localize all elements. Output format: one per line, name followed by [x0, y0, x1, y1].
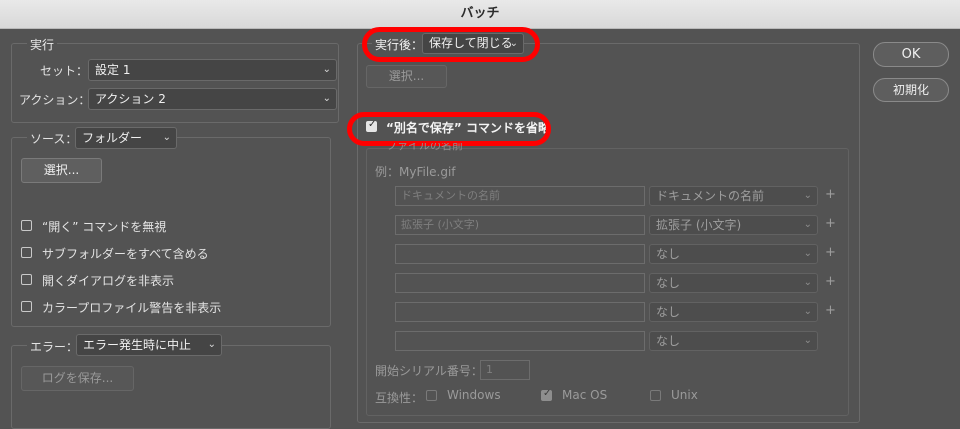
- destination-choose-button[interactable]: 選択...: [366, 65, 447, 88]
- error-label: エラー：: [27, 338, 82, 355]
- naming-input-2[interactable]: 拡張子 (小文字): [395, 215, 645, 235]
- naming-input-5[interactable]: [395, 302, 645, 322]
- compat-macos-label: Mac OS: [562, 388, 608, 402]
- source-select-value: フォルダー: [82, 131, 143, 145]
- override-highlight: [347, 112, 551, 146]
- ignore-open-checkbox[interactable]: [21, 220, 32, 231]
- chevron-down-icon: ⌄: [803, 306, 812, 317]
- chevron-down-icon: ⌄: [207, 339, 216, 350]
- chevron-down-icon: ⌄: [322, 64, 331, 75]
- naming-input-1[interactable]: ドキュメントの名前: [395, 186, 645, 206]
- chevron-down-icon: ⌄: [803, 248, 812, 259]
- reset-button[interactable]: 初期化: [873, 78, 949, 102]
- naming-input-2-placeholder: 拡張子 (小文字): [401, 218, 480, 231]
- suppress-open-dialog-checkbox[interactable]: [21, 274, 32, 285]
- suppress-color-warning-checkbox[interactable]: [21, 301, 32, 312]
- naming-select-4[interactable]: なし ⌄: [649, 273, 818, 293]
- naming-select-5[interactable]: なし ⌄: [649, 302, 818, 322]
- set-select-value: 設定 1: [95, 63, 131, 77]
- naming-example: 例：MyFile.gif: [375, 165, 456, 179]
- add-row-icon[interactable]: +: [825, 274, 836, 289]
- window-title: バッチ: [460, 6, 500, 21]
- naming-select-2-value: 拡張子 (小文字): [656, 218, 742, 232]
- source-label: ソース：: [27, 130, 81, 147]
- run-legend: 実行: [27, 36, 58, 53]
- ignore-open-label: “開く” コマンドを無視: [42, 220, 167, 234]
- file-naming-legend: ファイルの名前: [386, 143, 463, 151]
- naming-select-5-value: なし: [656, 305, 681, 319]
- ok-button[interactable]: OK: [873, 42, 949, 67]
- action-select[interactable]: アクション 2 ⌄: [88, 88, 337, 110]
- serial-input[interactable]: 1: [480, 360, 530, 380]
- compat-unix-checkbox[interactable]: [650, 390, 661, 401]
- naming-select-3[interactable]: なし ⌄: [649, 244, 818, 264]
- add-row-icon[interactable]: +: [825, 245, 836, 260]
- error-select[interactable]: エラー発生時に中止 ⌄: [76, 334, 222, 356]
- add-row-icon[interactable]: +: [825, 187, 836, 202]
- compat-unix-label: Unix: [671, 388, 698, 402]
- action-select-value: アクション 2: [95, 92, 166, 106]
- naming-input-4[interactable]: [395, 273, 645, 293]
- chevron-down-icon: ⌄: [162, 132, 171, 143]
- source-select[interactable]: フォルダー ⌄: [75, 127, 177, 149]
- suppress-color-warning-label: カラープロファイル警告を非表示: [42, 301, 222, 315]
- naming-select-6[interactable]: なし ⌄: [649, 331, 818, 351]
- naming-select-3-value: なし: [656, 247, 681, 261]
- destination-highlight: [362, 27, 540, 62]
- include-subfolders-label: サブフォルダーをすべて含める: [42, 247, 209, 261]
- add-row-icon[interactable]: +: [825, 303, 836, 318]
- naming-select-2[interactable]: 拡張子 (小文字) ⌄: [649, 215, 818, 235]
- save-log-button[interactable]: ログを保存...: [21, 366, 134, 391]
- chevron-down-icon: ⌄: [803, 277, 812, 288]
- suppress-open-dialog-label: 開くダイアログを非表示: [42, 274, 175, 288]
- chevron-down-icon: ⌄: [803, 190, 812, 201]
- source-choose-button[interactable]: 選択...: [21, 158, 102, 183]
- compat-windows-label: Windows: [447, 388, 501, 402]
- chevron-down-icon: ⌄: [803, 335, 812, 346]
- naming-input-6[interactable]: [395, 331, 645, 351]
- naming-input-3[interactable]: [395, 244, 645, 264]
- action-label: アクション：: [19, 93, 91, 107]
- chevron-down-icon: ⌄: [803, 219, 812, 230]
- run-group: [11, 43, 339, 123]
- add-row-icon[interactable]: +: [825, 216, 836, 231]
- compat-label: 互換性：: [375, 391, 424, 405]
- set-select[interactable]: 設定 1 ⌄: [88, 59, 337, 81]
- include-subfolders-checkbox[interactable]: [21, 247, 32, 258]
- compat-windows-checkbox[interactable]: [426, 390, 437, 401]
- set-label: セット：: [40, 64, 89, 78]
- compat-macos-checkbox[interactable]: [541, 388, 552, 401]
- chevron-down-icon: ⌄: [322, 93, 331, 104]
- naming-input-1-placeholder: ドキュメントの名前: [401, 189, 500, 202]
- naming-select-4-value: なし: [656, 276, 681, 290]
- naming-select-1[interactable]: ドキュメントの名前 ⌄: [649, 186, 818, 206]
- error-select-value: エラー発生時に中止: [83, 338, 192, 352]
- naming-select-1-value: ドキュメントの名前: [656, 189, 765, 203]
- naming-select-6-value: なし: [656, 334, 681, 348]
- serial-label: 開始シリアル番号：: [375, 364, 483, 378]
